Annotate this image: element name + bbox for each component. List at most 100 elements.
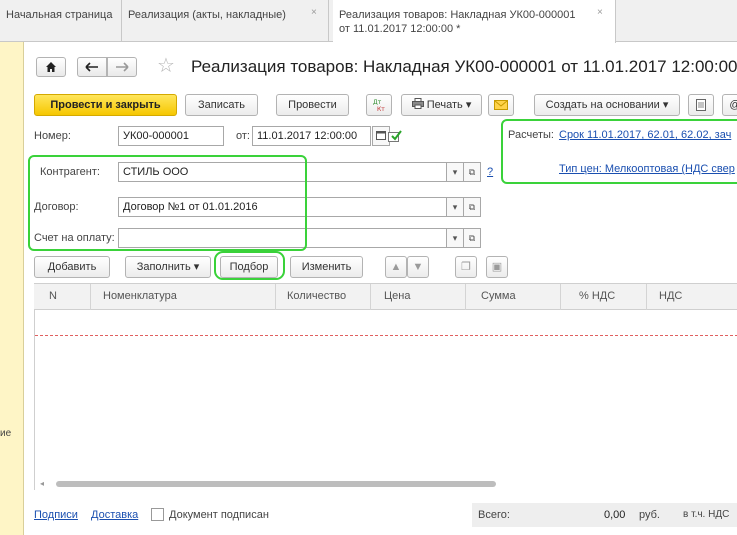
paste-icon: ▣	[491, 261, 503, 273]
change-button[interactable]: Изменить	[290, 256, 363, 278]
totals-panel: Всего: 0,00 руб. в т.ч. НДС	[472, 503, 737, 527]
arrow-up-icon: ▲	[390, 261, 402, 273]
delivery-link[interactable]: Доставка	[91, 509, 138, 521]
dt-kt-button[interactable]: Дт Кт	[366, 94, 392, 116]
tab-label-line1: Реализация товаров: Накладная УК00-00000…	[339, 9, 576, 21]
tab-label: Начальная страница	[6, 9, 113, 21]
document-signed-label: Документ подписан	[169, 509, 269, 521]
save-button[interactable]: Записать	[185, 94, 258, 116]
arrow-left-icon	[85, 62, 98, 72]
column-header[interactable]: Количество	[287, 290, 346, 302]
favorite-star-icon[interactable]: ☆	[157, 55, 175, 77]
currency-label: руб.	[639, 509, 660, 521]
paperclip-icon: @	[729, 99, 737, 111]
chevron-down-icon: ▾	[452, 167, 458, 177]
column-separator	[646, 284, 647, 310]
copy-button[interactable]: ❐	[455, 256, 477, 278]
move-down-button[interactable]: ▼	[407, 256, 429, 278]
close-icon[interactable]: ×	[597, 6, 603, 20]
help-link[interactable]: ?	[487, 166, 493, 178]
move-up-button[interactable]: ▲	[385, 256, 407, 278]
sidebar-text-fragment: ие	[0, 428, 12, 439]
column-header[interactable]: Цена	[384, 290, 410, 302]
tab-label: Реализация (акты, накладные)	[128, 9, 286, 21]
signatures-link[interactable]: Подписи	[34, 509, 78, 521]
scrollbar-thumb[interactable]	[56, 481, 496, 487]
paste-button[interactable]: ▣	[486, 256, 508, 278]
counterparty-highlight-frame	[28, 155, 307, 251]
column-separator	[465, 284, 466, 310]
number-field[interactable]: УК00-000001	[118, 126, 224, 146]
arrow-down-icon: ▼	[412, 261, 424, 273]
home-button[interactable]	[36, 57, 66, 77]
settlements-highlight-frame	[501, 119, 737, 184]
create-based-on-button[interactable]: Создать на основании ▾	[534, 94, 680, 116]
post-button[interactable]: Провести	[276, 94, 349, 116]
chevron-down-icon: ▾	[465, 99, 472, 111]
column-header[interactable]: Номенклатура	[103, 290, 177, 302]
svg-text:Кт: Кт	[377, 106, 385, 112]
back-button[interactable]	[77, 57, 107, 77]
envelope-icon	[494, 100, 508, 110]
print-button[interactable]: Печать ▾	[401, 94, 482, 116]
column-header[interactable]: % НДС	[579, 290, 615, 302]
forward-button[interactable]	[107, 57, 137, 77]
tab-home-page[interactable]: Начальная страница	[0, 0, 122, 42]
number-label: Номер:	[34, 130, 71, 142]
document-signed-checkbox[interactable]	[151, 508, 164, 521]
tab-bar: Начальная страница Реализация (акты, нак…	[0, 0, 737, 43]
date-label: от:	[236, 130, 250, 142]
page-title: Реализация товаров: Накладная УК00-00000…	[191, 57, 737, 77]
column-header[interactable]: Сумма	[481, 290, 516, 302]
column-separator	[275, 284, 276, 310]
invoice-open-button[interactable]: ⧉	[463, 228, 481, 248]
attachment-button[interactable]: @	[722, 94, 737, 116]
column-separator	[560, 284, 561, 310]
document-icon	[696, 99, 706, 111]
open-form-icon: ⧉	[468, 202, 476, 212]
counterparty-dropdown-button[interactable]: ▾	[446, 162, 464, 182]
chevron-down-icon: ▾	[452, 202, 458, 212]
left-sidebar: ие	[0, 42, 24, 535]
column-separator	[370, 284, 371, 310]
svg-text:Дт: Дт	[373, 99, 382, 106]
print-label: Печать	[426, 99, 463, 111]
email-button[interactable]	[488, 94, 514, 116]
goods-table-header: N Номенклатура Количество Цена Сумма % Н…	[34, 283, 737, 310]
chevron-down-icon: ▾	[662, 99, 669, 111]
title-text: Реализация товаров: Накладная УК00-00000…	[191, 57, 737, 76]
contract-dropdown-button[interactable]: ▾	[446, 197, 464, 217]
total-label: Всего:	[478, 509, 510, 521]
total-value: 0,00	[604, 509, 626, 521]
open-form-icon: ⧉	[468, 167, 476, 177]
post-status-icon	[388, 130, 402, 145]
chevron-down-icon: ▾	[193, 261, 200, 273]
arrow-right-icon	[116, 62, 129, 72]
close-icon[interactable]: ×	[311, 6, 317, 20]
chevron-down-icon: ▾	[452, 233, 458, 243]
fill-label: Заполнить	[136, 261, 191, 273]
column-separator	[90, 284, 91, 310]
add-row-button[interactable]: Добавить	[34, 256, 110, 278]
column-header[interactable]: НДС	[659, 290, 682, 302]
fill-button[interactable]: Заполнить ▾	[125, 256, 211, 278]
tab-sales-document[interactable]: Реализация товаров: Накладная УК00-00000…	[333, 0, 616, 43]
horizontal-scrollbar[interactable]: ◂	[36, 479, 737, 488]
tab-label-line2: от 11.01.2017 12:00:00 *	[339, 23, 461, 35]
table-empty-row-marker	[35, 335, 737, 336]
calendar-icon	[376, 131, 386, 140]
open-form-icon: ⧉	[468, 233, 476, 243]
tab-sales-list[interactable]: Реализация (акты, накладные) ×	[122, 0, 329, 42]
scroll-left-icon[interactable]: ◂	[40, 479, 44, 488]
column-header[interactable]: N	[49, 290, 57, 302]
create-based-label: Создать на основании	[545, 99, 660, 111]
date-field[interactable]: 11.01.2017 12:00:00	[252, 126, 371, 146]
goods-table-body[interactable]	[34, 310, 737, 490]
report-button[interactable]	[688, 94, 714, 116]
pick-highlight-frame	[214, 251, 285, 280]
post-and-close-button[interactable]: Провести и закрыть	[34, 94, 177, 116]
copy-icon: ❐	[461, 261, 471, 273]
invoice-dropdown-button[interactable]: ▾	[446, 228, 464, 248]
counterparty-open-button[interactable]: ⧉	[463, 162, 481, 182]
contract-open-button[interactable]: ⧉	[463, 197, 481, 217]
